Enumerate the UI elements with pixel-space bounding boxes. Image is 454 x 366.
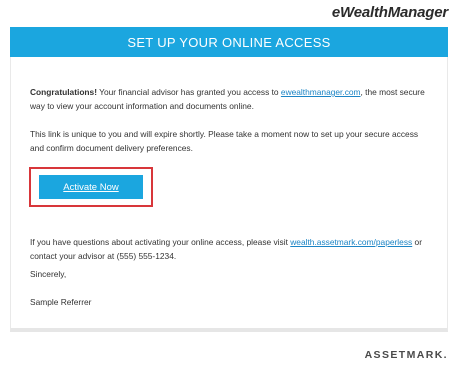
- signature-text: Sample Referrer: [30, 297, 92, 307]
- congratulations-paragraph: Congratulations! Your financial advisor …: [30, 85, 434, 113]
- email-body: Congratulations! Your financial advisor …: [10, 57, 448, 332]
- closing-text: Sincerely,: [30, 269, 67, 279]
- activate-now-button[interactable]: Activate Now: [39, 175, 143, 199]
- questions-text: If you have questions about activating y…: [30, 237, 291, 247]
- ewealthmanager-logo: eWealthManager: [331, 4, 448, 21]
- unique-link-paragraph: This link is unique to you and will expi…: [30, 129, 419, 153]
- congratulations-text: Your financial advisor has granted you a…: [97, 87, 281, 97]
- assetmark-logo: ASSETMARK.: [364, 349, 448, 361]
- congratulations-heading: Congratulations!: [30, 87, 97, 97]
- questions-paragraph: If you have questions about activating y…: [30, 235, 434, 263]
- ewealthmanager-link[interactable]: ewealthmanager.com: [281, 87, 361, 97]
- paperless-link[interactable]: wealth.assetmark.com/paperless: [290, 237, 412, 247]
- activate-highlight-box: Activate Now: [29, 167, 153, 207]
- banner-title: SET UP YOUR ONLINE ACCESS: [10, 27, 448, 57]
